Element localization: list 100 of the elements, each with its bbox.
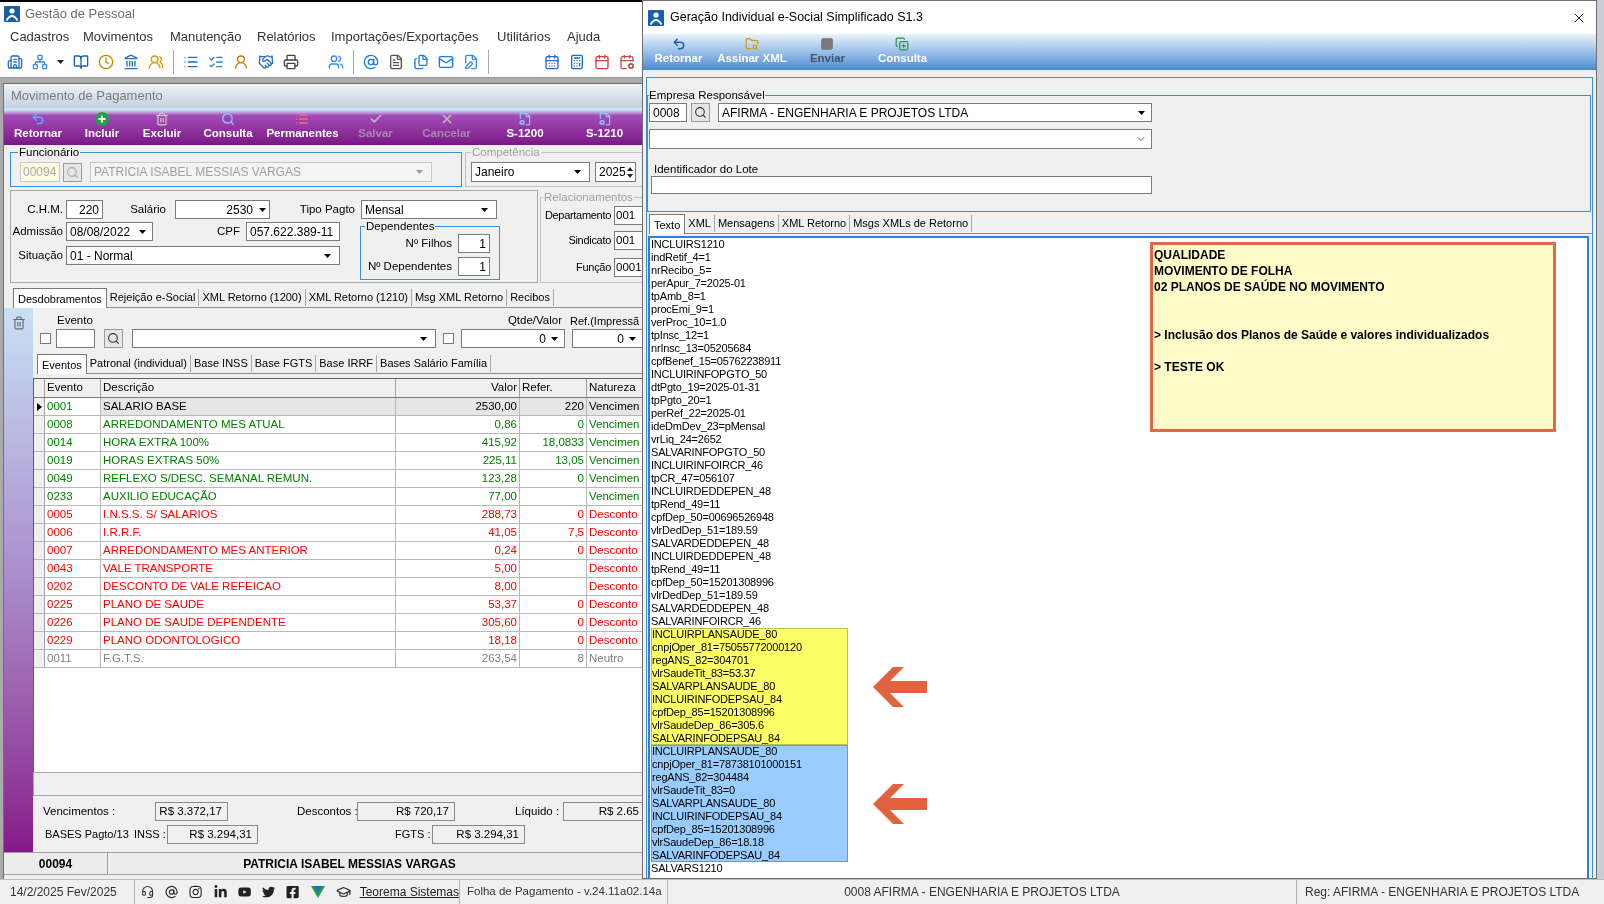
- table-row[interactable]: 0001 SALARIO BASE 2530,00 220 Vencimen: [34, 398, 642, 416]
- tab[interactable]: Mensagens: [714, 215, 779, 232]
- text-field[interactable]: 001: [614, 231, 642, 250]
- quantity-field[interactable]: 0: [461, 329, 565, 348]
- search-button[interactable]: [691, 103, 710, 122]
- clock-icon[interactable]: [98, 53, 114, 70]
- menu-item[interactable]: Cadastros: [10, 29, 70, 44]
- handshake-icon[interactable]: [258, 53, 274, 70]
- column-header[interactable]: Natureza: [589, 379, 636, 397]
- text-field[interactable]: 001: [614, 206, 642, 225]
- column-header[interactable]: Refer.: [522, 379, 553, 397]
- calendar-icon[interactable]: [594, 53, 610, 70]
- toolbar-button[interactable]: S-1210: [585, 112, 624, 140]
- code-field[interactable]: 0008: [649, 103, 687, 122]
- people-icon[interactable]: [148, 53, 164, 70]
- tab[interactable]: Eventos: [37, 354, 87, 374]
- menu-item[interactable]: Ajuda: [567, 29, 601, 44]
- calendar-gear-icon[interactable]: [619, 53, 635, 70]
- table-row[interactable]: 0043 VALE TRANSPORTE 5,00 Desconto: [34, 560, 642, 578]
- company-dropdown[interactable]: AFIRMA - ENGENHARIA E PROJETOS LTDA: [718, 103, 1152, 122]
- twitter-icon[interactable]: [262, 885, 276, 899]
- tab[interactable]: Rejeição e-Social: [106, 289, 200, 306]
- table-row[interactable]: 0226 PLANO DE SAUDE DEPENDENTE 305,60 0 Desconto: [34, 614, 642, 632]
- text-field[interactable]: 0001: [614, 258, 642, 277]
- caret-icon[interactable]: [57, 59, 64, 64]
- table-row[interactable]: 0225 PLANO DE SAUDE 53,37 0 Desconto: [34, 596, 642, 614]
- number-field[interactable]: 1: [458, 257, 490, 276]
- table-row[interactable]: 0229 PLANO ODONTOLOGICO 18,18 0 Desconto: [34, 632, 642, 650]
- menu-item[interactable]: Manutenção: [170, 29, 242, 44]
- tab[interactable]: Msgs XMLs de Retorno: [850, 215, 973, 232]
- users-icon[interactable]: [328, 53, 344, 70]
- toolbar-button[interactable]: Excluir: [142, 112, 182, 140]
- toolbar-button[interactable]: Retornar: [14, 112, 62, 140]
- tab[interactable]: Base INSS: [190, 355, 252, 372]
- text-area[interactable]: [648, 236, 1589, 878]
- sitemap-icon[interactable]: [32, 53, 48, 70]
- table-row[interactable]: 0011 F.G.T.S. 263,54 8 Neutro: [34, 650, 642, 668]
- date-field[interactable]: 08/08/2022: [66, 222, 153, 241]
- user-icon[interactable]: [233, 53, 249, 70]
- documents-icon[interactable]: [413, 53, 429, 70]
- year-spinner[interactable]: 2025: [595, 162, 636, 182]
- salary-field[interactable]: 2530: [175, 200, 270, 219]
- checkbox[interactable]: [443, 333, 454, 344]
- tab[interactable]: Bases Salário Família: [377, 355, 492, 372]
- printer-icon[interactable]: [283, 53, 299, 70]
- toolbar-button[interactable]: Incluir: [84, 112, 120, 140]
- number-field[interactable]: 1: [458, 234, 490, 253]
- trash-icon[interactable]: [12, 316, 26, 330]
- at-sign-icon[interactable]: [165, 885, 179, 899]
- text-field[interactable]: 220: [66, 200, 103, 219]
- checkbox[interactable]: [40, 333, 51, 344]
- menu-item[interactable]: Movimentos: [83, 29, 154, 44]
- table-row[interactable]: 0005 I.N.S.S. S/ SALARIOS 288,73 0 Desconto: [34, 506, 642, 524]
- table-row[interactable]: 0019 HORAS EXTRAS 50% 225,11 13,05 Vencimen: [34, 452, 642, 470]
- tab[interactable]: Msg XML Retorno: [411, 289, 508, 306]
- youtube-icon[interactable]: [237, 885, 252, 899]
- tab[interactable]: Desdobramentos: [13, 288, 107, 308]
- toolbar-button[interactable]: Permanentes: [266, 112, 339, 140]
- table-row[interactable]: 0007 ARREDONDAMENTO MES ANTERIOR 0,24 0 Desconto: [34, 542, 642, 560]
- table-row[interactable]: 0014 HORA EXTRA 100% 415,92 18,0833 Vencimen: [34, 434, 642, 452]
- table-row[interactable]: 0233 AUXILIO EDUCAÇÃO 77,00 Vencimen: [34, 488, 642, 506]
- spin-arrows-icon[interactable]: [627, 166, 633, 178]
- tab[interactable]: XML: [685, 215, 715, 232]
- table-row[interactable]: 0202 DESCONTO DE VALE REFEICAO 8,00 Desconto: [34, 578, 642, 596]
- calculator-icon[interactable]: [569, 53, 585, 70]
- tab[interactable]: Patronal (individual): [86, 355, 191, 372]
- table-row[interactable]: 0006 I.R.R.F. 41,05 7,5 Desconto: [34, 524, 642, 542]
- menu-item[interactable]: Relatórios: [257, 29, 316, 44]
- edit-document-icon[interactable]: [463, 53, 479, 70]
- toolbar-button[interactable]: S-1200: [506, 112, 544, 140]
- document-icon[interactable]: [388, 53, 404, 70]
- instagram-icon[interactable]: [189, 885, 203, 899]
- headset-icon[interactable]: [141, 885, 155, 899]
- batch-id-field[interactable]: [651, 176, 1152, 194]
- bank-icon[interactable]: [123, 53, 139, 70]
- event-code-field[interactable]: [56, 329, 95, 348]
- mail-icon[interactable]: [438, 53, 454, 70]
- tab[interactable]: Base FGTS: [251, 355, 317, 372]
- payment-type-dropdown[interactable]: Mensal: [361, 200, 497, 219]
- graduation-cap-icon[interactable]: [335, 884, 351, 900]
- linkedin-icon[interactable]: [213, 885, 227, 899]
- website-link[interactable]: Teorema Sistemas: [359, 883, 459, 901]
- status-dropdown[interactable]: 01 - Normal: [66, 246, 340, 265]
- row-selector[interactable]: [34, 398, 45, 415]
- tab[interactable]: Texto: [649, 214, 686, 234]
- tab[interactable]: XML Retorno: [778, 215, 851, 232]
- reference-field[interactable]: 0: [572, 329, 642, 348]
- text-field[interactable]: 057.622.389-11: [246, 222, 340, 241]
- tab[interactable]: Base IRRF: [316, 355, 378, 372]
- menu-item[interactable]: Utilitários: [497, 29, 551, 44]
- facebook-icon[interactable]: [286, 885, 300, 899]
- column-header[interactable]: Evento: [47, 379, 83, 397]
- column-header[interactable]: Descrição: [103, 379, 155, 397]
- toolbar-button[interactable]: Consulta: [203, 112, 253, 140]
- building-icon[interactable]: [7, 53, 23, 70]
- tab[interactable]: Recibos: [507, 289, 554, 306]
- column-header[interactable]: Valor: [491, 379, 517, 397]
- menu-item[interactable]: Importações/Exportações: [331, 29, 479, 44]
- event-dropdown[interactable]: [132, 329, 436, 348]
- month-dropdown[interactable]: Janeiro: [471, 162, 590, 182]
